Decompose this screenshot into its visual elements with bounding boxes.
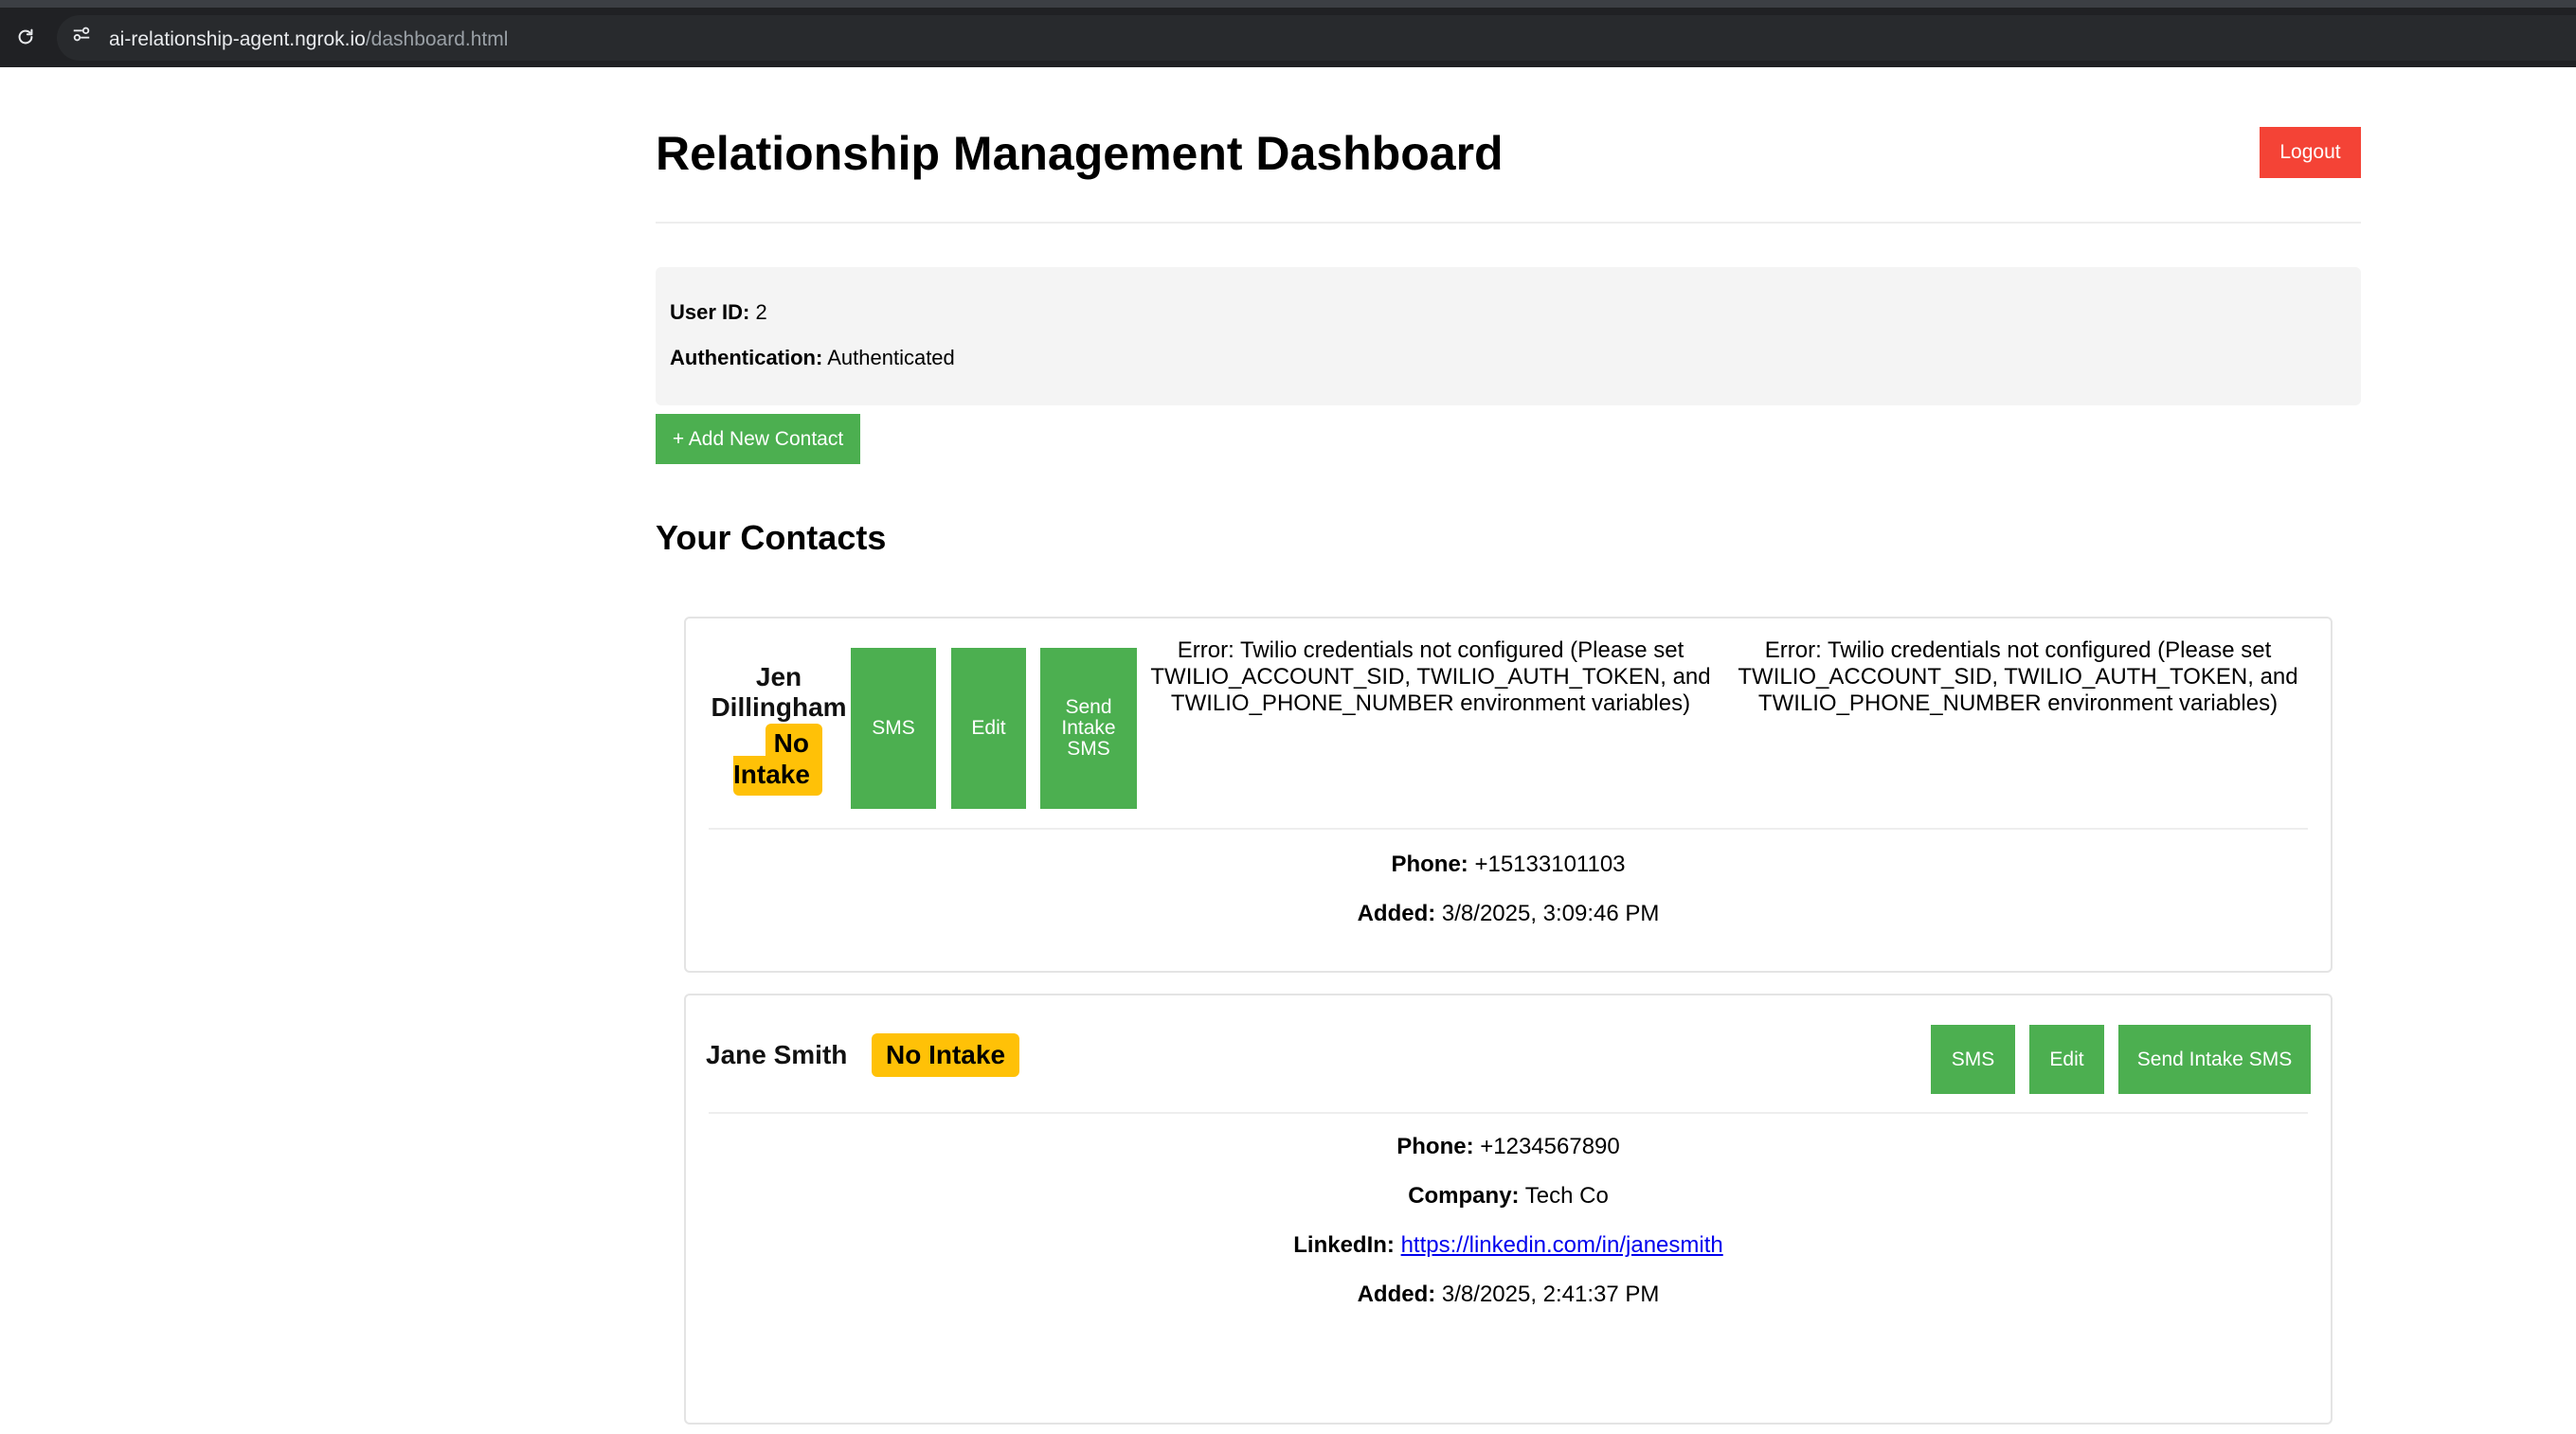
contact-name: Jane Smith xyxy=(706,1040,848,1069)
linkedin-link[interactable]: https://linkedin.com/in/janesmith xyxy=(1401,1232,1723,1258)
sms-button[interactable]: SMS xyxy=(1931,1025,2015,1094)
page-title: Relationship Management Dashboard xyxy=(656,127,1504,180)
sms-button[interactable]: SMS xyxy=(851,648,936,809)
phone-label: Phone: xyxy=(1396,1134,1474,1159)
phone-value: +1234567890 xyxy=(1480,1134,1620,1159)
auth-label: Authentication: xyxy=(670,346,823,369)
contact-phone: Phone: +15133101103 xyxy=(686,850,2331,880)
contact-card: Jen Dillingham No Intake SMS Edit Send I… xyxy=(684,617,2333,973)
contact-name: Jen Dillingham xyxy=(711,662,847,722)
added-label: Added: xyxy=(1357,901,1436,926)
intake-status-badge: No Intake xyxy=(872,1033,1020,1077)
add-contact-button[interactable]: + Add New Contact xyxy=(656,414,860,464)
added-value: 3/8/2025, 3:09:46 PM xyxy=(1441,901,1660,926)
card-divider xyxy=(709,828,2308,830)
intake-status-badge: No Intake xyxy=(733,724,822,796)
contact-card: Jane Smith No Intake SMS Edit Send Intak… xyxy=(684,994,2333,1425)
url-text[interactable]: ai-relationship-agent.ngrok.io/dashboard… xyxy=(109,27,508,53)
contact-added-date: Added: 3/8/2025, 3:09:46 PM xyxy=(686,899,2331,929)
logout-button[interactable]: Logout xyxy=(2260,127,2361,178)
user-id-label: User ID: xyxy=(670,300,750,324)
reload-button[interactable] xyxy=(9,23,42,55)
company-value: Tech Co xyxy=(1524,1183,1609,1209)
auth-status-line: Authentication: Authenticated xyxy=(670,344,955,372)
reload-icon xyxy=(15,27,36,52)
contact-company: Company: Tech Co xyxy=(686,1181,2331,1211)
error-message: Error: Twilio credentials not configured… xyxy=(1738,637,2298,716)
added-value: 3/8/2025, 2:41:37 PM xyxy=(1441,1282,1660,1307)
user-info-panel: User ID: 2 Authentication: Authenticated xyxy=(656,267,2361,405)
send-intake-sms-button[interactable]: Send Intake SMS xyxy=(1040,648,1137,809)
contacts-section-title: Your Contacts xyxy=(656,518,887,557)
linkedin-label: LinkedIn: xyxy=(1293,1232,1395,1258)
badge-text: No Intake xyxy=(733,728,810,789)
url-domain: ai-relationship-agent.ngrok.io xyxy=(109,28,366,50)
edit-button[interactable]: Edit xyxy=(2029,1025,2104,1094)
dashboard-page: Relationship Management Dashboard Logout… xyxy=(656,67,2361,1425)
site-info-button[interactable] xyxy=(68,23,95,49)
browser-toolbar: ai-relationship-agent.ngrok.io/dashboard… xyxy=(0,0,2576,67)
card-divider xyxy=(709,1112,2308,1114)
page-header: Relationship Management Dashboard Logout xyxy=(656,67,2361,224)
phone-label: Phone: xyxy=(1391,851,1468,877)
send-intake-sms-button[interactable]: Send Intake SMS xyxy=(2118,1025,2311,1094)
auth-value: Authenticated xyxy=(827,346,955,369)
contact-added-date: Added: 3/8/2025, 2:41:37 PM xyxy=(686,1280,2331,1310)
phone-value: +15133101103 xyxy=(1474,851,1626,877)
contact-linkedin: LinkedIn: https://linkedin.com/in/janesm… xyxy=(686,1230,2331,1261)
url-path: /dashboard.html xyxy=(365,28,509,50)
site-info-icon xyxy=(71,24,92,49)
added-label: Added: xyxy=(1357,1282,1436,1307)
edit-button[interactable]: Edit xyxy=(951,648,1026,809)
company-label: Company: xyxy=(1408,1183,1520,1209)
user-id-line: User ID: 2 xyxy=(670,298,767,327)
error-message: Error: Twilio credentials not configured… xyxy=(1150,637,1711,716)
user-id-value: 2 xyxy=(755,300,767,324)
contact-phone: Phone: +1234567890 xyxy=(686,1132,2331,1162)
